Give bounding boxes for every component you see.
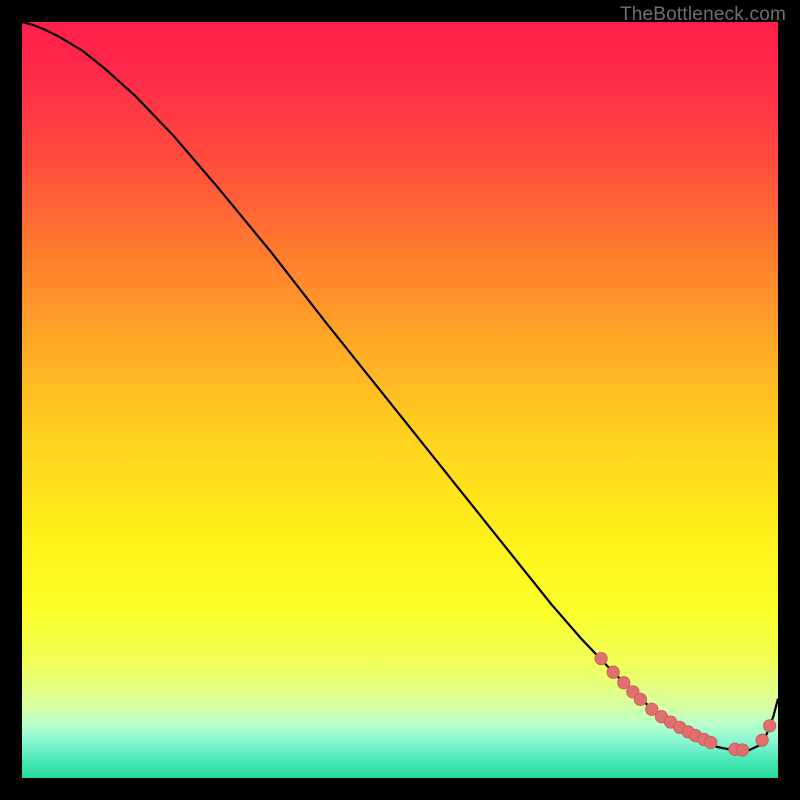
gradient-background [22, 22, 778, 778]
attribution-label: TheBottleneck.com [620, 4, 786, 26]
data-marker [618, 677, 630, 689]
plot-area [22, 22, 778, 778]
chart-stage: TheBottleneck.com [0, 0, 800, 800]
data-marker [756, 734, 768, 746]
data-marker [595, 652, 607, 664]
data-marker [736, 744, 748, 756]
data-marker [607, 666, 619, 678]
data-marker [634, 693, 646, 705]
data-marker [705, 736, 717, 748]
chart-svg [22, 22, 778, 778]
data-marker [763, 720, 775, 732]
